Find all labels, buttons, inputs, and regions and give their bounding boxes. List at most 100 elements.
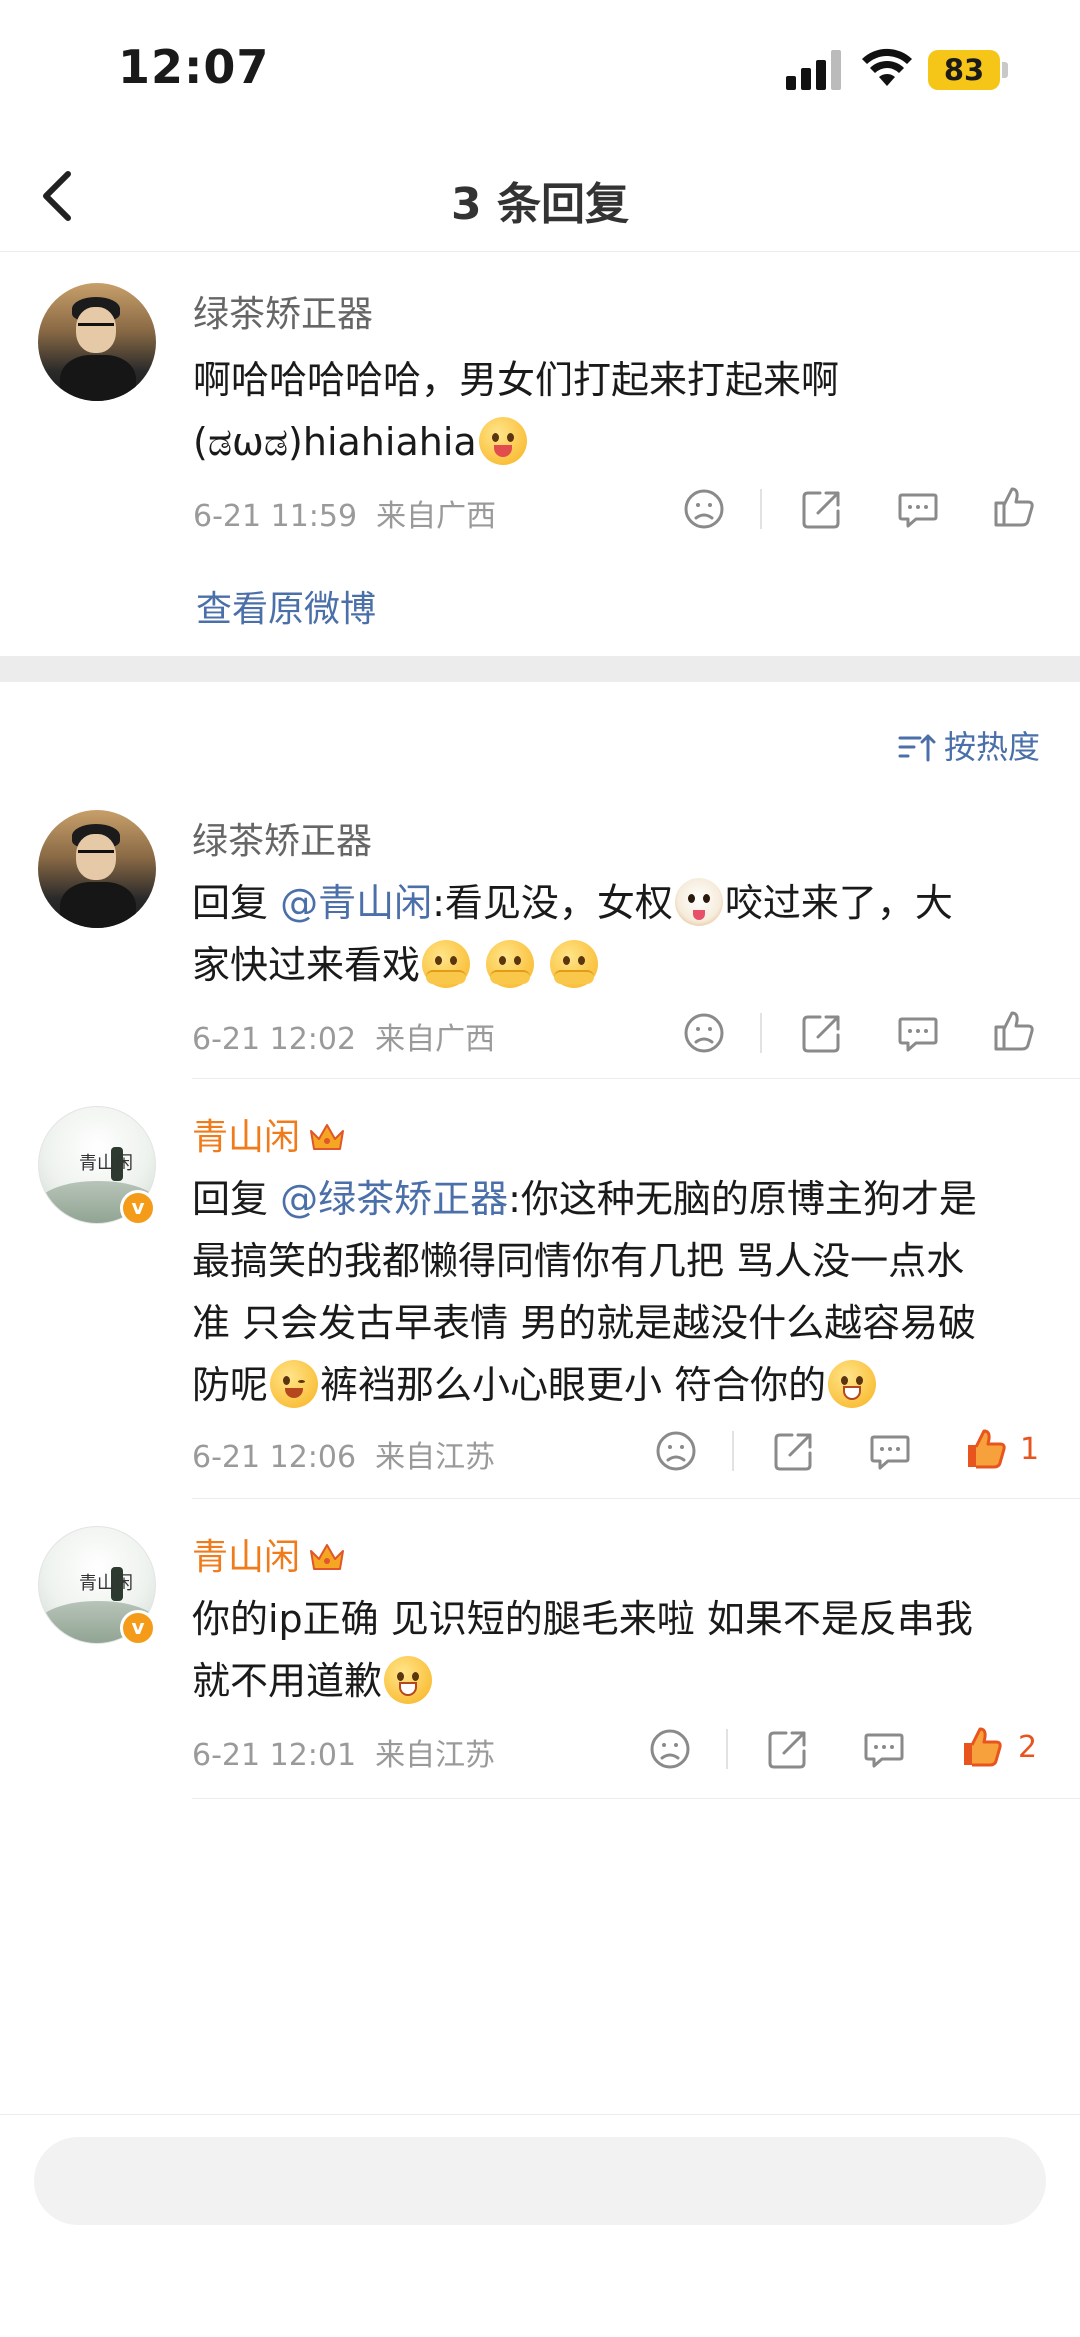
reply-location: 来自江苏 [375, 1440, 496, 1475]
dislike-icon[interactable] [680, 1009, 728, 1057]
like-thumb-icon[interactable] [990, 1007, 1038, 1055]
reply-text-segment: 防呢 [192, 1363, 269, 1407]
reply-text-line: 防呢 裤裆那么小心眼更小 符合你的 [192, 1354, 977, 1416]
wink-emoji-icon [270, 1360, 319, 1408]
reply-text-line: 就不用道歉 [192, 1650, 973, 1712]
liked-thumb-icon[interactable] [962, 1425, 1010, 1473]
vip-crown-icon [310, 1124, 345, 1150]
comment-text-line: 啊哈哈哈哈哈，男女们打起来打起来啊 [193, 358, 840, 402]
battery-cap [1002, 62, 1008, 78]
like-count: 1 [1020, 1432, 1040, 1467]
reply-text: 回复 @青山闲:看见没，女权 咬过来了，大 家快过来看戏 [192, 872, 953, 996]
reply-meta: 6-21 12:01 来自江苏 [192, 1730, 495, 1774]
comment-location: 来自广西 [376, 499, 497, 534]
like-count: 2 [1018, 1730, 1038, 1765]
reply-input[interactable] [34, 2137, 1046, 2225]
comment-date: 6-21 11:59 [193, 499, 358, 534]
laughing-emoji-icon [828, 1360, 877, 1408]
reply-text-line: 回复 @绿茶矫正器:你这种无脑的原博主狗才是 [192, 1168, 977, 1230]
status-time: 12:07 [118, 40, 270, 94]
dislike-icon[interactable] [646, 1725, 694, 1773]
verified-badge-icon: v [120, 1610, 156, 1646]
reply-text-segment: :你这种无脑的原博主狗才是 [508, 1177, 977, 1221]
reply-prefix: 回复 [192, 1177, 281, 1221]
reply-text-segment: 咬过来了，大 [724, 881, 953, 925]
reply-item: 绿茶矫正器 回复 @青山闲:看见没，女权 咬过来了，大 家快过来看戏 6-21 1… [0, 800, 1080, 1080]
like-thumb-icon[interactable] [990, 483, 1038, 531]
hug-emoji-icon [486, 940, 535, 988]
reply-meta: 6-21 12:02 来自广西 [192, 1014, 495, 1058]
reply-text: 你的ip正确 见识短的腿毛来啦 如果不是反串我 就不用道歉 [192, 1588, 973, 1712]
comment-icon[interactable] [866, 1427, 914, 1475]
reply-text-line: 准 只会发古早表情 男的就是越没什么越容易破 [192, 1301, 977, 1345]
laughing-emoji-icon [384, 1656, 433, 1704]
action-divider [760, 489, 762, 529]
reply-username-text: 青山闲 [192, 1117, 301, 1158]
action-divider [726, 1729, 728, 1769]
reply-text-line: 最搞笑的我都懒得同情你有几把 骂人没一点水 [192, 1239, 965, 1283]
reply-text-line: 家快过来看戏 [192, 934, 953, 996]
reply-text-segment: 就不用道歉 [192, 1659, 383, 1703]
status-bar: 12:07 83 [0, 0, 1080, 140]
comment-icon[interactable] [860, 1725, 908, 1773]
reply-location: 来自广西 [375, 1022, 496, 1057]
avatar[interactable] [38, 283, 156, 401]
sort-by-hot-button[interactable]: 按热度 [896, 722, 1040, 768]
reply-text-segment: :看见没，女权 [432, 881, 673, 925]
comment-meta: 6-21 11:59 来自广西 [193, 491, 496, 535]
share-icon[interactable] [798, 1009, 846, 1057]
share-icon[interactable] [764, 1725, 812, 1773]
action-divider [760, 1013, 762, 1053]
reply-date: 6-21 12:06 [192, 1440, 357, 1475]
reply-item: 青山闲 v 青山闲 你的ip正确 见识短的腿毛来啦 如果不是反串我 就不用道歉 … [0, 1500, 1080, 1800]
share-icon[interactable] [770, 1427, 818, 1475]
hug-emoji-icon [422, 940, 471, 988]
comment-text-line: (ಡωಡ)hiahiahia [193, 411, 839, 473]
reply-meta: 6-21 12:06 来自江苏 [192, 1432, 495, 1476]
comment-username[interactable]: 绿茶矫正器 [193, 285, 373, 337]
nav-bar: 3 条回复 [0, 140, 1080, 252]
liked-thumb-icon[interactable] [958, 1723, 1006, 1771]
reply-text-segment: 家快过来看戏 [192, 943, 421, 987]
view-original-weibo-link[interactable]: 查看原微博 [196, 580, 376, 632]
row-divider [192, 1078, 1080, 1079]
bottom-reply-bar [0, 2114, 1080, 2337]
mention-link[interactable]: @绿茶矫正器 [280, 1177, 508, 1221]
battery-indicator: 83 [928, 50, 1000, 90]
row-divider [192, 1798, 1080, 1799]
reply-item: 青山闲 v 青山闲 回复 @绿茶矫正器:你这种无脑的原博主狗才是 最搞笑的我都懒… [0, 1080, 1080, 1500]
avatar[interactable] [38, 810, 156, 928]
dislike-icon[interactable] [652, 1427, 700, 1475]
reply-text: 回复 @绿茶矫正器:你这种无脑的原博主狗才是 最搞笑的我都懒得同情你有几把 骂人… [192, 1168, 977, 1416]
comment-icon[interactable] [894, 485, 942, 533]
reply-username[interactable]: 青山闲 [192, 1108, 346, 1160]
comment-text-segment: (ಡωಡ)hiahiahia [193, 420, 477, 464]
reply-prefix: 回复 [192, 881, 281, 925]
avatar-art-text: 青山闲 [79, 1573, 133, 1594]
verified-badge-icon: v [120, 1190, 156, 1226]
share-icon[interactable] [798, 485, 846, 533]
reply-text-segment: 裤裆那么小心眼更小 符合你的 [320, 1363, 827, 1407]
sort-label: 按热度 [943, 728, 1040, 766]
action-divider [732, 1431, 734, 1471]
section-divider [0, 656, 1080, 682]
reply-username[interactable]: 青山闲 [192, 1528, 346, 1580]
reply-username[interactable]: 绿茶矫正器 [192, 812, 372, 864]
vip-crown-icon [310, 1544, 345, 1570]
reply-text-line: 你的ip正确 见识短的腿毛来啦 如果不是反串我 [192, 1597, 973, 1641]
hug-emoji-icon [550, 940, 599, 988]
reply-date: 6-21 12:01 [192, 1738, 357, 1773]
tongue-face-emoji-icon [478, 417, 527, 465]
cellular-signal-icon [786, 50, 842, 90]
reply-location: 来自江苏 [375, 1738, 496, 1773]
avatar-art-text: 青山闲 [79, 1153, 133, 1174]
dog-emoji-icon [674, 878, 723, 926]
reply-username-text: 青山闲 [192, 1537, 301, 1578]
mention-link[interactable]: @青山闲 [280, 881, 432, 925]
dislike-icon[interactable] [680, 485, 728, 533]
row-divider [192, 1498, 1080, 1499]
wifi-icon [862, 48, 912, 86]
original-comment: 绿茶矫正器 啊哈哈哈哈哈，男女们打起来打起来啊 (ಡωಡ)hiahiahia 6… [0, 253, 1080, 655]
comment-icon[interactable] [894, 1009, 942, 1057]
reply-text-line: 回复 @青山闲:看见没，女权 咬过来了，大 [192, 872, 953, 934]
